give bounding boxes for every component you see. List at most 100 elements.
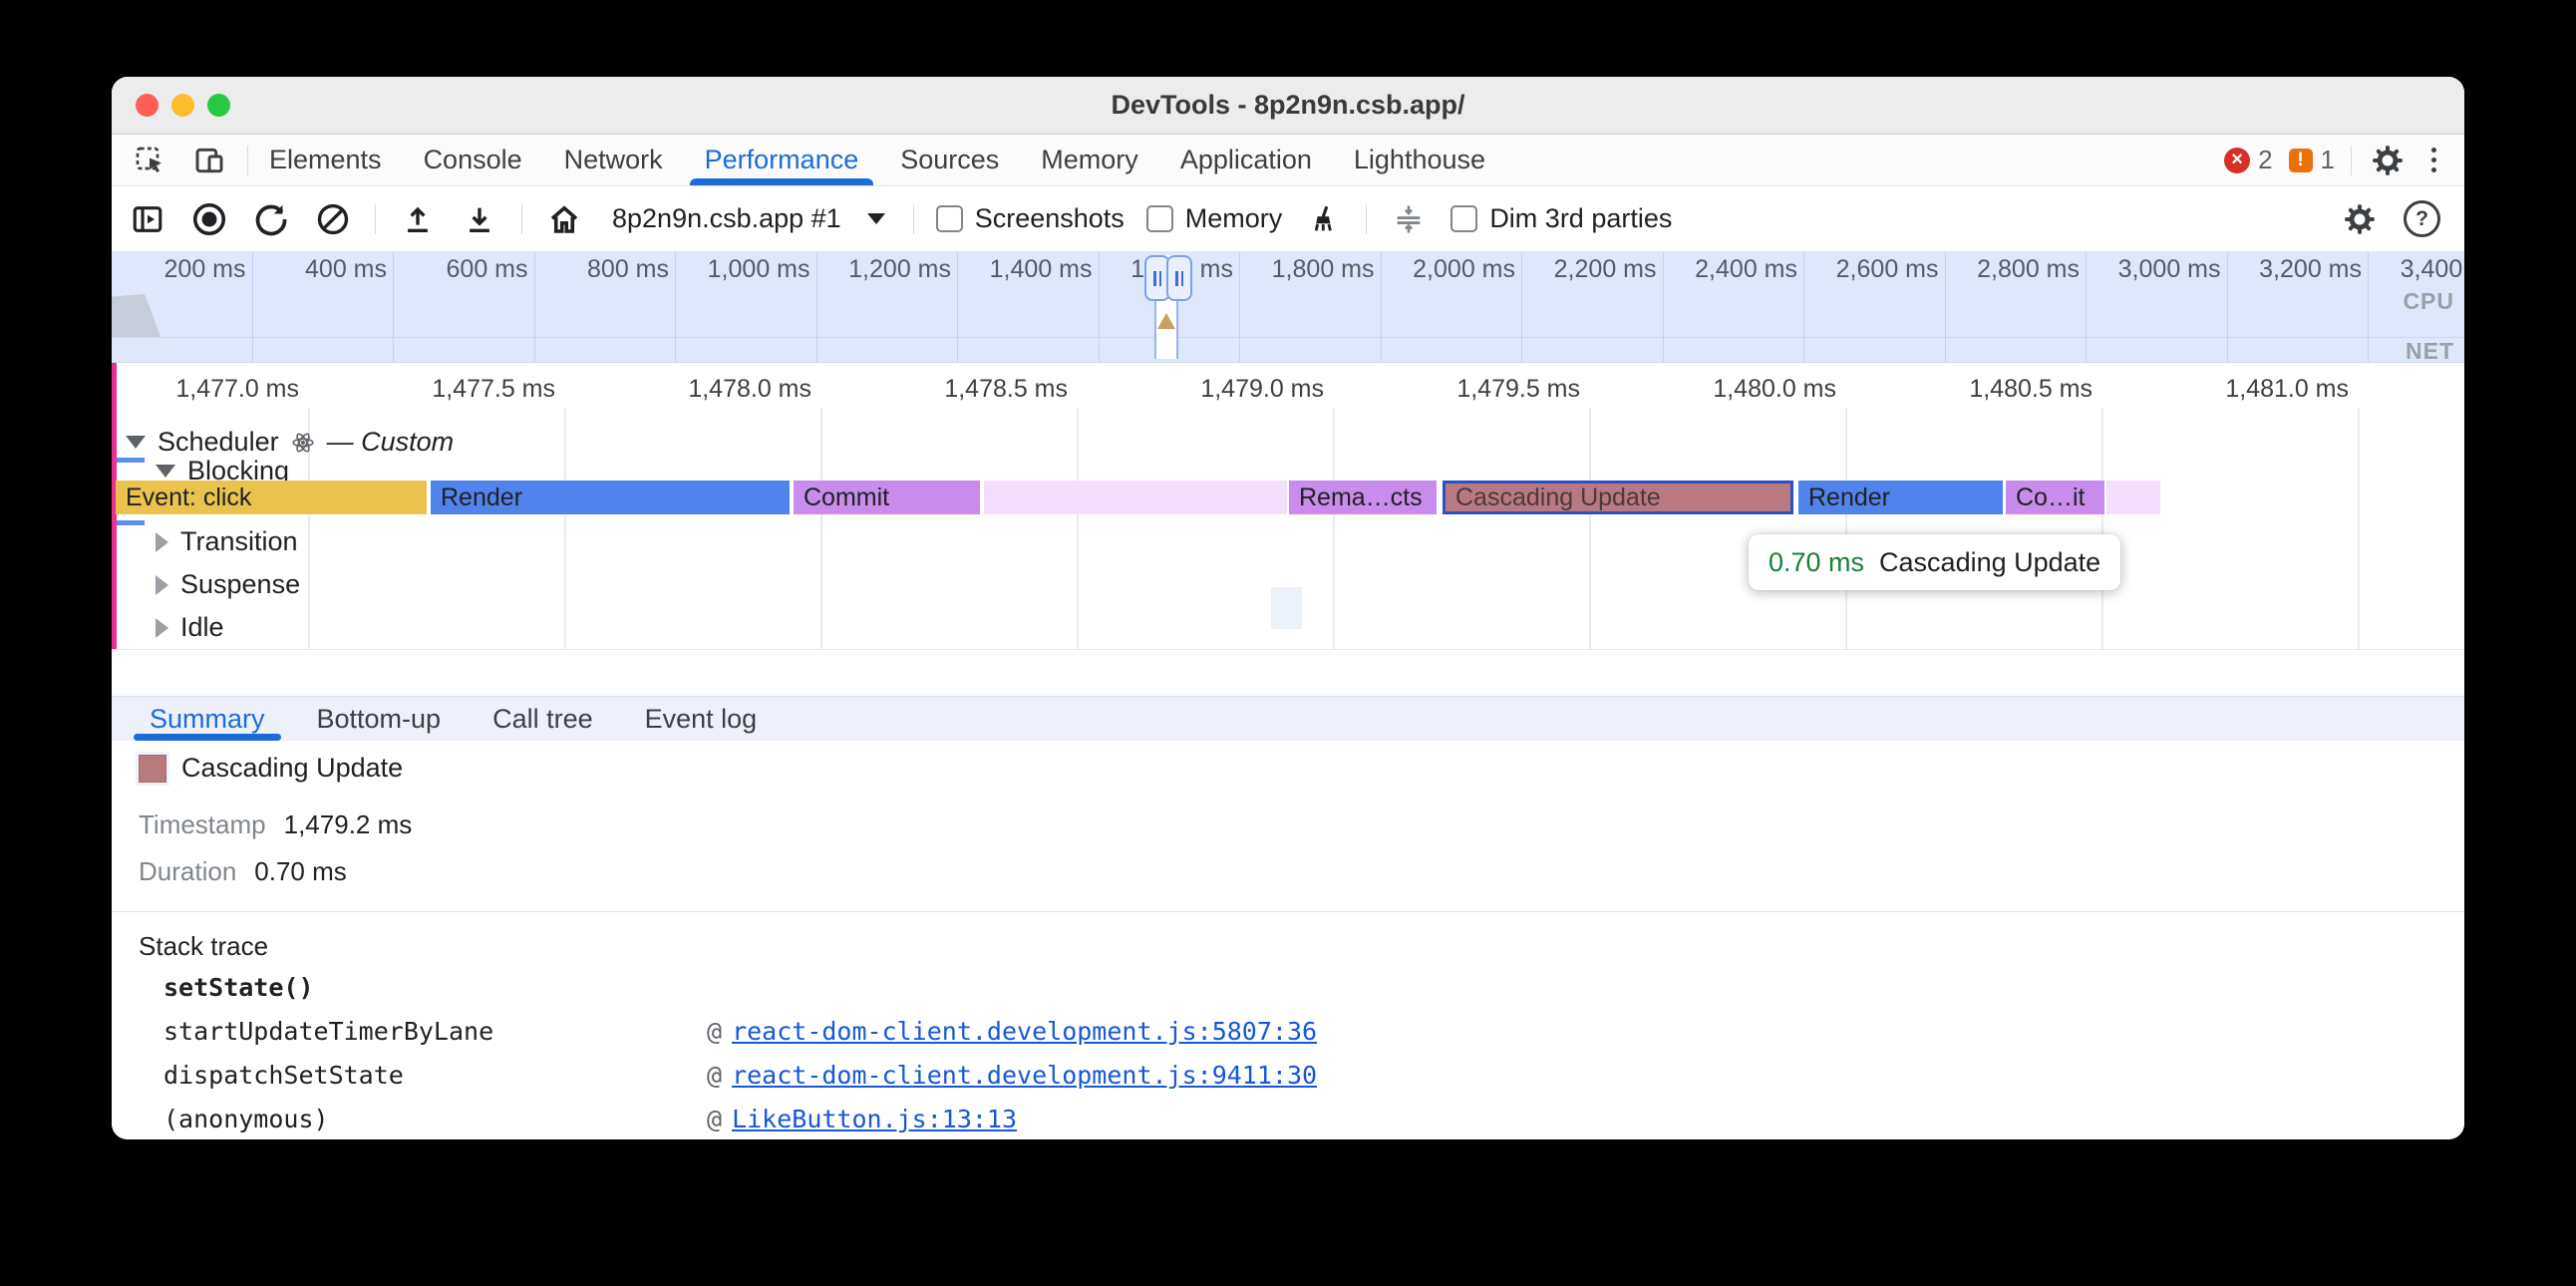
tab-performance[interactable]: Performance bbox=[684, 135, 880, 185]
chevron-collapsed-icon[interactable] bbox=[156, 618, 168, 638]
tab-bottom-up[interactable]: Bottom-up bbox=[291, 697, 468, 741]
tab-application[interactable]: Application bbox=[1159, 135, 1333, 185]
hover-ghost-box bbox=[1271, 587, 1302, 629]
tab-network[interactable]: Network bbox=[543, 135, 684, 185]
toggle-sidebar-icon[interactable] bbox=[128, 199, 167, 239]
source-link[interactable]: react-dom-client.development.js:9411:30 bbox=[732, 1061, 1317, 1090]
download-profile-icon[interactable] bbox=[460, 199, 499, 239]
track-subtitle: — Custom bbox=[327, 427, 455, 458]
tab-memory[interactable]: Memory bbox=[1020, 135, 1159, 185]
checkbox-box bbox=[1146, 205, 1173, 232]
summary-panel: Cascading Update Timestamp 1,479.2 ms Du… bbox=[112, 741, 2464, 1139]
device-toolbar-icon[interactable] bbox=[189, 141, 229, 180]
separator bbox=[2351, 146, 2352, 175]
event-bar-tail[interactable] bbox=[2106, 481, 2160, 514]
tab-lighthouse[interactable]: Lighthouse bbox=[1333, 135, 1506, 185]
garbage-collect-icon[interactable] bbox=[1304, 199, 1344, 239]
divider bbox=[112, 911, 2464, 912]
overview-ruler: 200 ms 400 ms 600 ms 800 ms 1,000 ms 1,2… bbox=[112, 252, 2464, 362]
capture-settings-gear-icon[interactable] bbox=[2340, 199, 2380, 239]
event-bar-effects[interactable] bbox=[984, 481, 1287, 514]
chevron-collapsed-icon[interactable] bbox=[156, 575, 168, 595]
event-bar-commit[interactable]: Commit bbox=[794, 481, 980, 514]
event-color-swatch bbox=[139, 755, 166, 783]
timestamp-value: 1,479.2 ms bbox=[284, 809, 413, 840]
tab-sources[interactable]: Sources bbox=[879, 135, 1020, 185]
window-title: DevTools - 8p2n9n.csb.app/ bbox=[112, 77, 2464, 134]
overview-selection-window[interactable] bbox=[1148, 255, 1184, 359]
net-row-divider bbox=[112, 337, 2464, 338]
inspect-element-icon[interactable] bbox=[130, 141, 169, 180]
checkbox-box bbox=[936, 205, 963, 232]
record-icon[interactable] bbox=[189, 199, 229, 239]
details-tab-bar: Summary Bottom-up Call tree Event log bbox=[112, 696, 2464, 741]
track-row-suspense[interactable]: Suspense bbox=[156, 569, 300, 600]
tooltip-duration: 0.70 ms bbox=[1769, 547, 1864, 578]
event-bar-remaining-effects[interactable]: Rema…cts bbox=[1289, 481, 1437, 514]
stack-frame: dispatchSetState @ react-dom-client.deve… bbox=[163, 1061, 2464, 1090]
collapse-sections-icon[interactable] bbox=[1389, 199, 1429, 239]
checkbox-box bbox=[1450, 205, 1477, 232]
tab-event-log[interactable]: Event log bbox=[619, 697, 784, 741]
duration-row: Duration 0.70 ms bbox=[139, 856, 2464, 887]
warning-badge[interactable]: ! 1 bbox=[2289, 145, 2335, 175]
event-bar-render-2[interactable]: Render bbox=[1798, 481, 2003, 514]
tab-console[interactable]: Console bbox=[403, 135, 543, 185]
warning-icon: ! bbox=[2289, 149, 2313, 172]
selection-right-handle[interactable] bbox=[1166, 255, 1192, 301]
separator bbox=[1366, 204, 1367, 234]
error-icon: × bbox=[2224, 148, 2250, 173]
target-select[interactable]: 8p2n9n.csb.app #1 bbox=[606, 203, 891, 234]
dim-3rd-parties-checkbox[interactable]: Dim 3rd parties bbox=[1450, 203, 1672, 234]
event-bar-render[interactable]: Render bbox=[431, 481, 790, 514]
target-select-value: 8p2n9n.csb.app #1 bbox=[612, 203, 841, 234]
event-bar-click[interactable]: Event: click bbox=[116, 481, 427, 514]
help-icon[interactable]: ? bbox=[2404, 200, 2440, 237]
more-options-icon[interactable] bbox=[2423, 144, 2444, 176]
warning-count: 1 bbox=[2321, 145, 2335, 175]
memory-checkbox[interactable]: Memory bbox=[1146, 203, 1283, 234]
settings-gear-icon[interactable] bbox=[2368, 141, 2408, 180]
blocking-lane-events: Event: click Render Commit Rema…cts Casc… bbox=[112, 481, 2464, 514]
stack-frame: startUpdateTimerByLane @ react-dom-clien… bbox=[163, 1017, 2464, 1046]
reload-record-icon[interactable] bbox=[251, 199, 291, 239]
net-row-label: NET bbox=[2406, 338, 2454, 363]
clear-icon[interactable] bbox=[313, 199, 353, 239]
separator bbox=[521, 204, 522, 234]
devtools-window: DevTools - 8p2n9n.csb.app/ Elements Cons… bbox=[112, 77, 2464, 1139]
event-name: Cascading Update bbox=[181, 753, 403, 784]
separator bbox=[913, 204, 914, 234]
event-legend: Cascading Update bbox=[139, 753, 2464, 784]
tab-elements[interactable]: Elements bbox=[248, 135, 403, 185]
separator bbox=[375, 204, 376, 234]
event-bar-cascading-update-selected[interactable]: Cascading Update bbox=[1443, 481, 1793, 514]
event-tooltip: 0.70 ms Cascading Update bbox=[1749, 534, 2120, 590]
detail-time-ruler: 1,477.0 ms 1,477.5 ms 1,478.0 ms 1,478.5… bbox=[112, 363, 2464, 423]
scheduler-track: Scheduler — Custom Blocking Event: click… bbox=[112, 423, 2464, 650]
tab-call-tree[interactable]: Call tree bbox=[467, 697, 619, 741]
track-header-scheduler[interactable]: Scheduler — Custom bbox=[126, 427, 454, 458]
track-row-idle[interactable]: Idle bbox=[156, 612, 224, 643]
stack-frame: (anonymous) @ LikeButton.js:13:13 bbox=[163, 1105, 2464, 1133]
chevron-expanded-icon[interactable] bbox=[156, 465, 175, 478]
timeline-overview[interactable]: 200 ms 400 ms 600 ms 800 ms 1,000 ms 1,2… bbox=[112, 252, 2464, 363]
chevron-collapsed-icon[interactable] bbox=[156, 532, 168, 552]
marker-triangle-icon bbox=[1157, 313, 1175, 329]
source-link[interactable]: react-dom-client.development.js:5807:36 bbox=[732, 1017, 1317, 1046]
chevron-expanded-icon[interactable] bbox=[126, 436, 146, 449]
stack-header: setState() bbox=[163, 973, 2464, 1002]
track-marker bbox=[117, 520, 145, 525]
source-link[interactable]: LikeButton.js:13:13 bbox=[732, 1105, 1017, 1133]
upload-profile-icon[interactable] bbox=[398, 199, 438, 239]
react-atom-icon bbox=[291, 431, 315, 455]
cpu-row-label: CPU bbox=[2403, 288, 2454, 315]
tab-summary[interactable]: Summary bbox=[124, 697, 291, 741]
error-count: 2 bbox=[2258, 145, 2272, 175]
error-badge[interactable]: × 2 bbox=[2224, 145, 2272, 175]
tooltip-label: Cascading Update bbox=[1879, 547, 2100, 578]
stack-trace-title: Stack trace bbox=[139, 931, 2464, 962]
event-bar-commit-2[interactable]: Co…it bbox=[2006, 481, 2104, 514]
screenshots-checkbox[interactable]: Screenshots bbox=[936, 203, 1125, 234]
track-row-transition[interactable]: Transition bbox=[156, 526, 298, 557]
home-icon[interactable] bbox=[544, 199, 584, 239]
